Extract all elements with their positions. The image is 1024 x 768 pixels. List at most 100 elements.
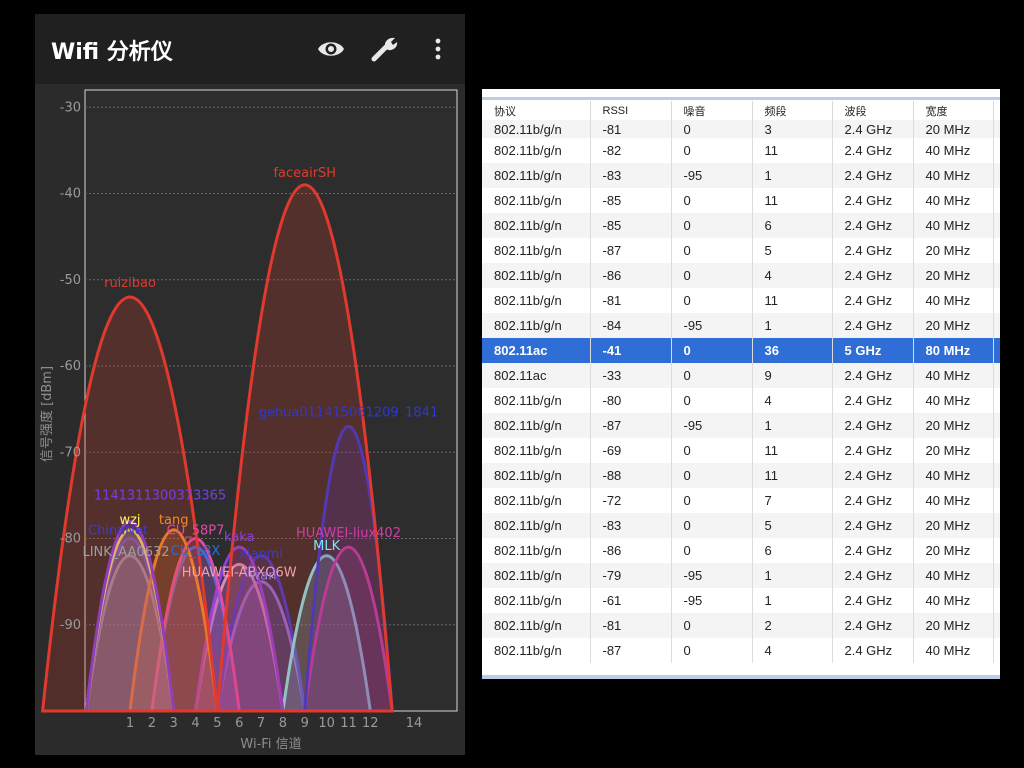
cell-protocol: 802.11ac bbox=[482, 338, 591, 363]
table-row[interactable]: 802.11b/g/n -72 0 7 2.4 GHz 40 MHz bbox=[482, 488, 1000, 513]
cell-width: 40 MHz bbox=[913, 188, 994, 213]
channel-graph: -30-40-50-60-70-80-901 2 3 4 5 6 7 8 9 10 11 12 14 r… bbox=[39, 89, 458, 752]
network-label: MLK bbox=[313, 539, 340, 554]
cell-channel: 5 bbox=[752, 513, 833, 538]
cell-protocol: 802.11b/g/n bbox=[482, 288, 591, 313]
cell-band: 2.4 GHz bbox=[832, 213, 914, 238]
header-protocol[interactable]: 协议 bbox=[482, 101, 591, 120]
table-row[interactable]: 802.11b/g/n -86 0 4 2.4 GHz 20 MHz bbox=[482, 263, 1000, 288]
header-rssi[interactable]: RSSI bbox=[590, 101, 672, 120]
wifi-analyzer-screen: Wifi 分析仪 -30 -40 -50 -60 -70 -80 -90 1 2 3 4 5 6 7 8 9 1… bbox=[35, 14, 465, 755]
cell-width: 40 MHz bbox=[913, 638, 994, 663]
cell-rssi: -82 bbox=[590, 138, 672, 163]
table-row[interactable]: 802.11b/g/n -83 0 5 2.4 GHz 20 MHz bbox=[482, 513, 1000, 538]
cell-noise: 0 bbox=[671, 120, 753, 138]
eye-icon[interactable] bbox=[316, 35, 346, 63]
cell-channel: 11 bbox=[752, 463, 833, 488]
table-row[interactable]: 802.11b/g/n -79 -95 1 2.4 GHz 40 MHz bbox=[482, 563, 1000, 588]
x-tick-label: 5 bbox=[213, 716, 221, 731]
cell-protocol: 802.11b/g/n bbox=[482, 463, 591, 488]
cell-extra bbox=[993, 313, 1000, 338]
cell-noise: 0 bbox=[671, 213, 753, 238]
cell-channel: 7 bbox=[752, 488, 833, 513]
table-row[interactable]: 802.11b/g/n -83 -95 1 2.4 GHz 40 MHz bbox=[482, 163, 1000, 188]
cell-extra bbox=[993, 513, 1000, 538]
table-row[interactable]: 802.11b/g/n -87 0 4 2.4 GHz 40 MHz bbox=[482, 638, 1000, 663]
cell-protocol: 802.11b/g/n bbox=[482, 413, 591, 438]
table-row[interactable]: 802.11b/g/n -81 0 11 2.4 GHz 40 MHz bbox=[482, 288, 1000, 313]
network-label: HUAWEI-liux402 bbox=[296, 526, 401, 541]
table-row[interactable]: 802.11b/g/n -81 0 2 2.4 GHz 20 MHz bbox=[482, 613, 1000, 638]
table-row[interactable]: 802.11b/g/n -69 0 11 2.4 GHz 20 MHz bbox=[482, 438, 1000, 463]
table-row[interactable]: 802.11b/g/n -85 0 11 2.4 GHz 40 MHz bbox=[482, 188, 1000, 213]
y-tick-label: -70 bbox=[60, 445, 81, 460]
cell-channel: 5 bbox=[752, 238, 833, 263]
network-label: ruizibao bbox=[104, 276, 156, 291]
x-axis-label: Wi-Fi 信道 bbox=[240, 737, 301, 752]
cell-noise: 0 bbox=[671, 263, 753, 288]
cell-channel: 1 bbox=[752, 413, 833, 438]
cell-protocol: 802.11b/g/n bbox=[482, 388, 591, 413]
cell-rssi: -84 bbox=[590, 313, 672, 338]
table-row[interactable]: 802.11b/g/n -86 0 6 2.4 GHz 20 MHz bbox=[482, 538, 1000, 563]
table-row[interactable]: 802.11b/g/n -80 0 4 2.4 GHz 40 MHz bbox=[482, 388, 1000, 413]
cell-rssi: -88 bbox=[590, 463, 672, 488]
cell-extra bbox=[993, 463, 1000, 488]
cell-width: 20 MHz bbox=[913, 120, 994, 138]
cell-width: 40 MHz bbox=[913, 138, 994, 163]
table-row[interactable]: 802.11ac -41 0 36 5 GHz 80 MHz bbox=[482, 338, 1000, 363]
cell-channel: 6 bbox=[752, 538, 833, 563]
wrench-icon[interactable] bbox=[371, 35, 401, 63]
cell-band: 2.4 GHz bbox=[832, 388, 914, 413]
y-tick-label: -40 bbox=[60, 187, 81, 202]
header-extra bbox=[993, 101, 1000, 120]
header-noise[interactable]: 噪音 bbox=[671, 101, 753, 120]
cell-band: 2.4 GHz bbox=[832, 463, 914, 488]
x-tick-label: 2 bbox=[148, 716, 156, 731]
cell-rssi: -81 bbox=[590, 288, 672, 313]
y-tick-label: -80 bbox=[60, 532, 81, 547]
cell-width: 40 MHz bbox=[913, 463, 994, 488]
header-width[interactable]: 宽度 bbox=[913, 101, 994, 120]
cell-extra bbox=[993, 188, 1000, 213]
cell-width: 20 MHz bbox=[913, 413, 994, 438]
cell-noise: 0 bbox=[671, 238, 753, 263]
network-label: gehua011415081209 1841 bbox=[259, 405, 439, 420]
cell-noise: -95 bbox=[671, 163, 753, 188]
cell-protocol: 802.11b/g/n bbox=[482, 238, 591, 263]
app-bar: Wifi 分析仪 bbox=[35, 14, 465, 84]
cell-channel: 1 bbox=[752, 163, 833, 188]
network-label: HUAWEI-ABXQ6W bbox=[182, 565, 297, 580]
cell-rssi: -87 bbox=[590, 638, 672, 663]
cell-band: 2.4 GHz bbox=[832, 613, 914, 638]
more-vert-icon[interactable] bbox=[430, 35, 446, 63]
cell-extra bbox=[993, 538, 1000, 563]
table-row[interactable]: 802.11b/g/n -85 0 6 2.4 GHz 40 MHz bbox=[482, 213, 1000, 238]
cell-width: 20 MHz bbox=[913, 538, 994, 563]
table-row[interactable]: 802.11b/g/n -81 0 3 2.4 GHz 20 MHz bbox=[482, 120, 1000, 138]
table-row[interactable]: 802.11b/g/n -84 -95 1 2.4 GHz 20 MHz bbox=[482, 313, 1000, 338]
table-row[interactable]: 802.11b/g/n -87 -95 1 2.4 GHz 20 MHz bbox=[482, 413, 1000, 438]
cell-band: 2.4 GHz bbox=[832, 438, 914, 463]
cell-width: 20 MHz bbox=[913, 238, 994, 263]
table-row[interactable]: 802.11b/g/n -61 -95 1 2.4 GHz 40 MHz bbox=[482, 588, 1000, 613]
cell-band: 2.4 GHz bbox=[832, 538, 914, 563]
header-band[interactable]: 波段 bbox=[832, 101, 914, 120]
table-row[interactable]: 802.11b/g/n -88 0 11 2.4 GHz 40 MHz bbox=[482, 463, 1000, 488]
table-row[interactable]: 802.11b/g/n -82 0 11 2.4 GHz 40 MHz bbox=[482, 138, 1000, 163]
cell-band: 2.4 GHz bbox=[832, 638, 914, 663]
header-channel[interactable]: 频段 bbox=[752, 101, 833, 120]
cell-extra bbox=[993, 263, 1000, 288]
cell-width: 20 MHz bbox=[913, 613, 994, 638]
network-label: wan bbox=[250, 569, 277, 584]
network-label: kaka bbox=[224, 530, 255, 545]
cell-rssi: -87 bbox=[590, 413, 672, 438]
cell-channel: 11 bbox=[752, 138, 833, 163]
cell-band: 5 GHz bbox=[832, 338, 914, 363]
cell-channel: 36 bbox=[752, 338, 833, 363]
cell-band: 2.4 GHz bbox=[832, 163, 914, 188]
cell-rssi: -61 bbox=[590, 588, 672, 613]
table-row[interactable]: 802.11b/g/n -87 0 5 2.4 GHz 20 MHz bbox=[482, 238, 1000, 263]
network-label: CU_L8X bbox=[171, 544, 221, 559]
table-row[interactable]: 802.11ac -33 0 9 2.4 GHz 40 MHz bbox=[482, 363, 1000, 388]
